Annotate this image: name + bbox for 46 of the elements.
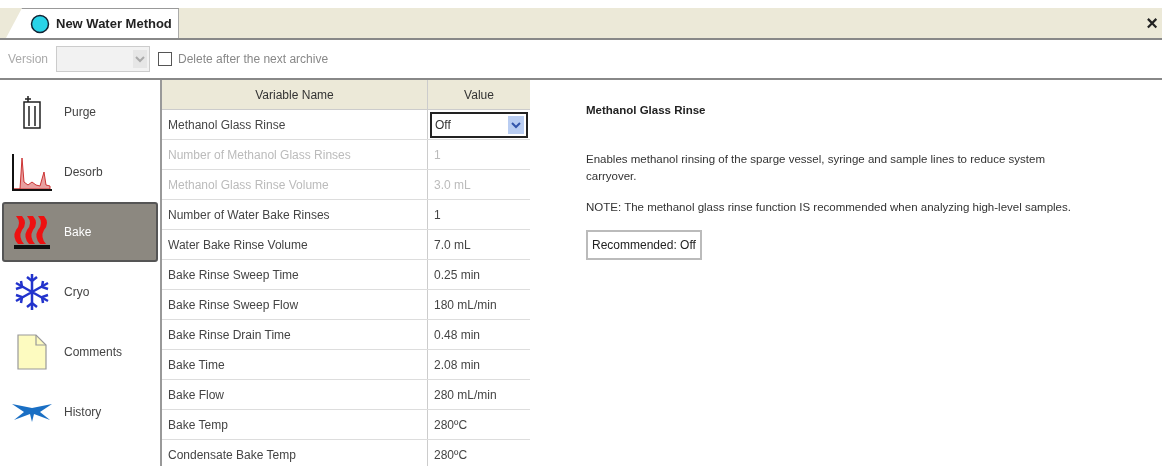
table-cell: Methanol Glass Rinse: [162, 110, 428, 139]
sidebar-item[interactable]: Purge: [2, 82, 158, 142]
table-cell: Number of Water Bake Rinses: [162, 200, 428, 229]
sidebar-item[interactable]: Comments: [2, 322, 158, 382]
tab-title: New Water Method: [56, 14, 172, 33]
sparge-vessel-icon: [20, 94, 44, 130]
sidebar-item[interactable]: Bake: [2, 202, 158, 262]
table-cell-text: 1: [433, 146, 442, 164]
sidebar-item[interactable]: History: [2, 382, 158, 442]
table-cell: Condensate Bake Temp: [162, 440, 428, 466]
table-cell-text: 0.25 min: [433, 266, 482, 284]
table-cell: Bake Temp: [162, 410, 428, 439]
table-cell: Bake Time: [162, 350, 428, 379]
table-cell: Bake Rinse Drain Time: [162, 320, 428, 349]
help-paragraph: Enables methanol rinsing of the sparge vessel, syringe and sample lines to reduce system carryover.: [586, 152, 1046, 185]
column-header: Value: [463, 86, 495, 104]
table-cell: Methanol Glass Rinse Volume: [162, 170, 428, 199]
sidebar-item[interactable]: Cryo: [2, 262, 158, 322]
table-cell-text: 280 mL/min: [433, 386, 498, 404]
table-cell-text: 280ºC: [433, 446, 469, 464]
help-title: Methanol Glass Rinse: [586, 103, 707, 118]
table-cell: Water Bake Rinse Volume: [162, 230, 428, 259]
table-cell-text: 7.0 mL: [433, 236, 472, 254]
table-cell: Number of Methanol Glass Rinses: [162, 140, 428, 169]
help-paragraph: NOTE: The methanol glass rinse function IS recommended when analyzing high-level samples.: [586, 200, 1072, 216]
document-tab[interactable]: New Water Method: [6, 8, 179, 38]
table-cell: Bake Flow: [162, 380, 428, 409]
table-cell-text: 3.0 mL: [433, 176, 472, 194]
table-cell-text: 1: [433, 206, 442, 224]
sidebar-item[interactable]: Desorb: [2, 142, 158, 202]
table-cell-text: 0.48 min: [433, 326, 482, 344]
checkbox-label: Delete after the next archive: [178, 51, 329, 68]
value-dropdown[interactable]: Off: [430, 111, 528, 138]
delete-checkbox[interactable]: [158, 52, 173, 66]
table-cell-text: 2.08 min: [433, 356, 482, 374]
table-cell-text: 180 mL/min: [433, 296, 498, 314]
table-cell-text: 280ºC: [433, 416, 469, 434]
column-header: Variable Name: [162, 80, 428, 109]
table-cell: Bake Rinse Sweep Flow: [162, 290, 428, 319]
version-label: Version: [8, 51, 49, 68]
note-icon: [16, 333, 48, 371]
table-cell: Bake Rinse Sweep Time: [162, 260, 428, 289]
recommended-button[interactable]: Recommended: Off: [586, 230, 702, 261]
chromatogram-icon: [10, 152, 54, 192]
close-button[interactable]: ×: [1146, 13, 1158, 33]
circle-icon: [30, 13, 50, 34]
